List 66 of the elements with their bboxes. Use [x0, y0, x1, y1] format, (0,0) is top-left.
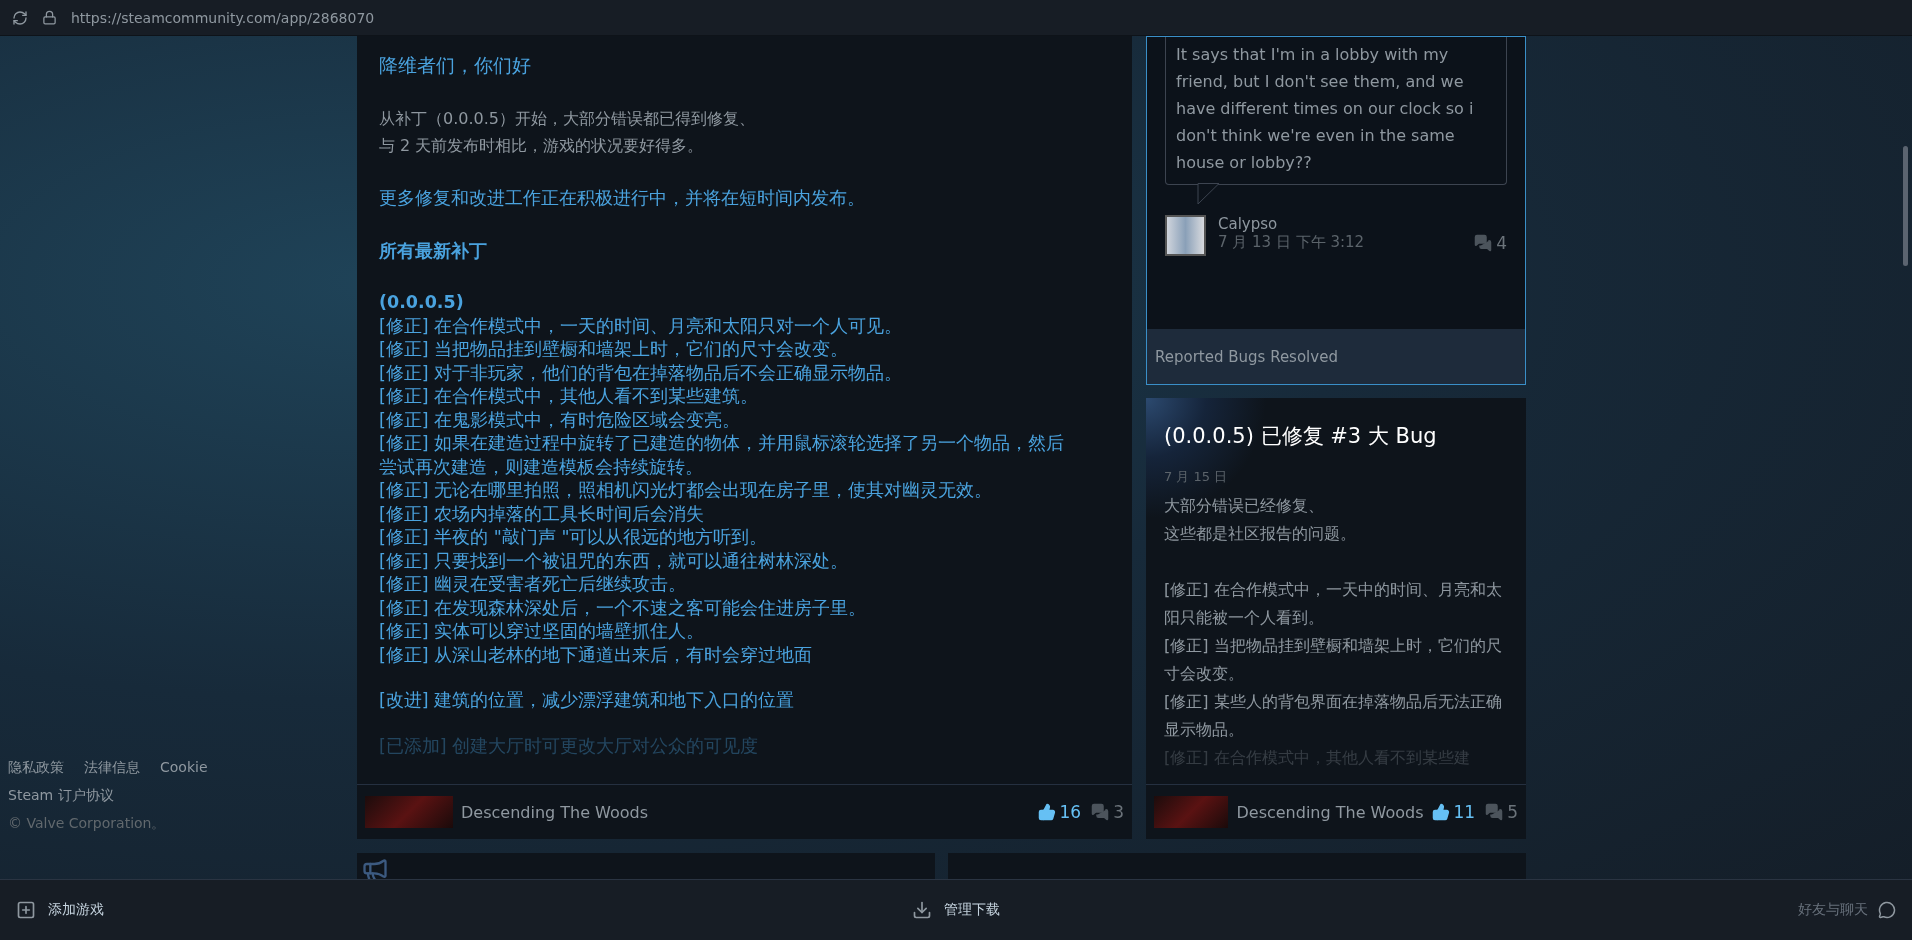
avatar-placeholder: [1165, 215, 1206, 256]
game-logo[interactable]: [1154, 796, 1229, 828]
comment-count[interactable]: 5: [1485, 802, 1518, 822]
scrollbar-thumb[interactable]: [1903, 146, 1908, 266]
post-title: (0.0.0.5) 已修复 #3 大 Bug: [1164, 423, 1438, 450]
chat-icon: [1878, 901, 1896, 919]
changelog-line: [修正] 无论在哪里拍照，照相机闪光灯都会出现在房子里，使其对幽灵无效。: [379, 479, 994, 502]
footer-link[interactable]: 法律信息: [84, 759, 140, 777]
changelog-line: [修正] 从深山老林的地下通道出来后，有时会穿过地面: [379, 643, 814, 667]
add-game-button[interactable]: 添加游戏: [12, 896, 908, 924]
changelog-line: [修正] 在发现森林深处后，一个不速之客可能会住进房子里。: [379, 596, 868, 620]
thumbs-up-icon: [1037, 803, 1056, 821]
post-time: 7 月 13 日 下午 3:12: [1218, 233, 1366, 252]
friends-chat-button[interactable]: 好友与聊天: [1794, 897, 1900, 923]
like-count[interactable]: 11: [1431, 802, 1476, 822]
changelog-line: [修正] 当把物品挂到壁橱和墙架上时，它们的尺寸会改变。: [379, 338, 850, 361]
thumbs-up-icon: [1431, 803, 1450, 821]
megaphone-icon: [361, 857, 389, 879]
url-text[interactable]: https://steamcommunity.com/app/2868070: [71, 9, 375, 26]
download-icon: [912, 900, 932, 920]
comment-count[interactable]: 4: [1474, 233, 1507, 253]
footer-link[interactable]: Cookie: [160, 759, 208, 777]
paragraph-text: 从补丁（0.0.0.5）开始，大部分错误都已得到修复、: [379, 108, 756, 130]
like-count[interactable]: 16: [1037, 802, 1082, 822]
comment-icon: [1091, 803, 1110, 821]
comment-count[interactable]: 3: [1091, 802, 1124, 822]
manage-downloads-button[interactable]: 管理下载: [908, 896, 1004, 924]
game-logo[interactable]: [365, 796, 453, 828]
greeting-text: 降维者们，你们好: [379, 53, 532, 78]
paragraph-text: 更多修复和改进工作正在积极进行中，并将在短时间内发布。: [379, 187, 866, 210]
plus-icon: [16, 900, 36, 920]
changelog-line: [修正] 在合作模式中，一天的时间、月亮和太阳只对一个人可见。: [379, 314, 904, 338]
paragraph-text: [修正] 某些人的背包界面在掉落物品后无法正确显示物品。: [1164, 691, 1503, 741]
changelog-line: [修正] 在鬼影模式中，有时危险区域会变亮。: [379, 408, 742, 432]
changelog-line: [修正] 只要找到一个被诅咒的东西，就可以通往树林深处。: [379, 549, 850, 573]
comment-icon: [1474, 234, 1493, 252]
copyright-text: © Valve Corporation。: [8, 815, 167, 833]
changelog-line: [修正] 实体可以穿过坚固的墙壁抓住人。: [379, 620, 706, 643]
changelog-line: [修正] 半夜的 "敲门声 "可以从很远的地方听到。: [379, 526, 769, 549]
changelog-line: [已添加] 创建大厅时可更改大厅对公众的可见度: [379, 734, 760, 758]
changelog-line: [修正] 如果在建造过程中旋转了已建造的物体，并用鼠标滚轮选择了另一个物品，然后尝试再次建造，则建造模板会持续旋转。: [379, 432, 1066, 479]
discussion-card[interactable]: [1146, 36, 1526, 385]
paragraph-text: [修正] 当把物品挂到壁橱和墙架上时，它们的尺寸会改变。: [1164, 635, 1503, 685]
comment-text: It says that I'm in a lobby with my friend, but I don't see them, and we have different times on our clock so i don't think we're even in the same house or lobby??: [1176, 45, 1474, 172]
patch-version: (0.0.0.5): [379, 291, 465, 314]
changelog-line: [修正] 在合作模式中，其他人看不到某些建筑。: [379, 385, 760, 408]
lock-icon: [42, 10, 57, 25]
paragraph-text: 这些都是社区报告的问题。: [1164, 523, 1357, 545]
game-name: Descending The Woods: [461, 802, 650, 822]
paragraph-text: 大部分错误已经修复、: [1164, 495, 1325, 517]
changelog-line: [修正] 农场内掉落的工具长时间后会消失: [379, 502, 706, 526]
footer-link[interactable]: Steam 订户协议: [8, 787, 114, 805]
changelog-line: [修正] 幽灵在受害者死亡后继续攻击。: [379, 573, 688, 596]
changelog-line: [修正] 对于非玩家，他们的背包在掉落物品后不会正确显示物品。: [379, 361, 904, 385]
footer-link[interactable]: 隐私政策: [8, 759, 64, 777]
paragraph-text: [修正] 在合作模式中，一天中的时间、月亮和太阳只能被一个人看到。: [1164, 579, 1503, 629]
paragraph-text: 与 2 天前发布时相比，游戏的状况要好得多。: [379, 135, 705, 157]
bubble-tail: [1196, 183, 1220, 205]
game-name: Descending The Woods: [1236, 802, 1424, 822]
changelog-line: [改进] 建筑的位置，减少漂浮建筑和地下入口的位置: [379, 689, 796, 712]
caption-text: Reported Bugs Resolved: [1155, 347, 1338, 366]
post-date: 7 月 15 日: [1164, 468, 1229, 486]
section-heading: 所有最新补丁: [379, 240, 488, 263]
refresh-icon[interactable]: [12, 9, 28, 26]
author-name[interactable]: Calypso: [1218, 215, 1463, 233]
comment-icon: [1485, 803, 1504, 821]
